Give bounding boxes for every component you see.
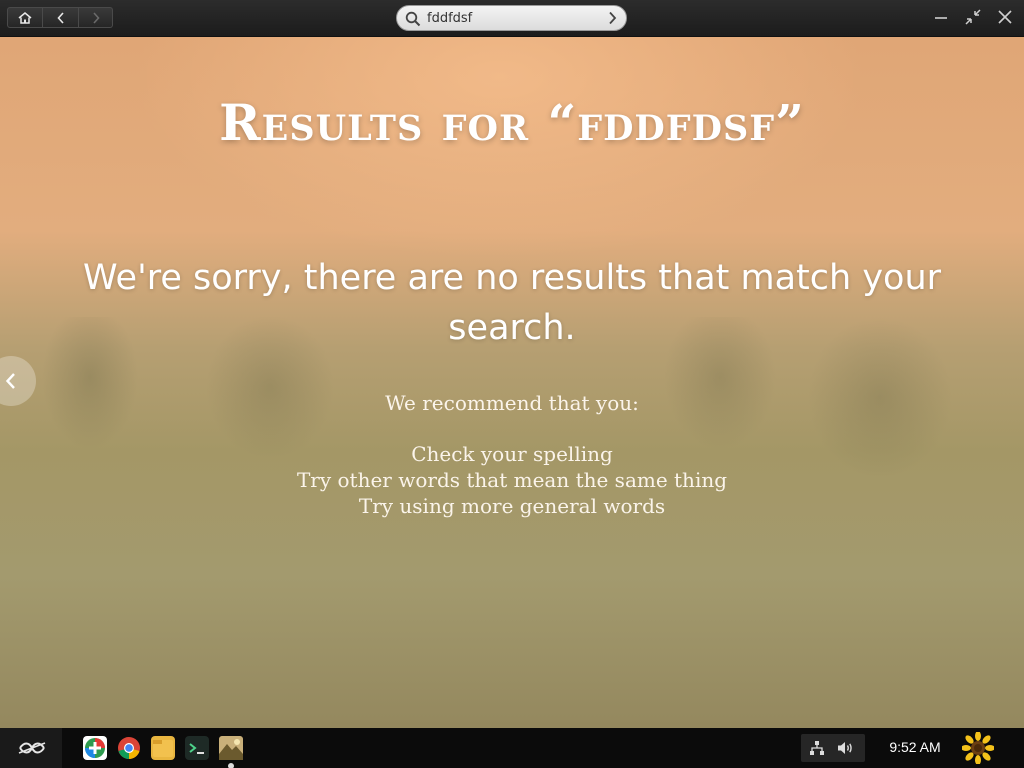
chevron-right-icon bbox=[92, 11, 100, 24]
home-button[interactable] bbox=[7, 7, 43, 28]
folder-glyph bbox=[153, 740, 173, 757]
chevron-left-icon bbox=[56, 11, 64, 24]
no-results-message: We're sorry, there are no results that m… bbox=[82, 258, 942, 348]
app-store-icon[interactable] bbox=[83, 736, 107, 760]
encyclopedia-icon[interactable] bbox=[219, 736, 243, 760]
recommendation-item: Check your spelling bbox=[411, 442, 613, 466]
title-bar bbox=[0, 0, 1024, 37]
chevron-left-icon bbox=[5, 373, 15, 389]
recommendation-item: Try other words that mean the same thing bbox=[296, 468, 728, 492]
endless-logo-icon bbox=[18, 742, 46, 754]
clock[interactable]: 9:52 AM bbox=[876, 739, 954, 755]
back-button[interactable] bbox=[43, 7, 79, 28]
page-title: Results for “fddfdsf” bbox=[219, 93, 805, 152]
navigation-buttons bbox=[7, 7, 113, 28]
terminal-icon[interactable] bbox=[185, 736, 209, 760]
endless-menu-button[interactable] bbox=[0, 728, 62, 768]
running-app-indicator bbox=[228, 763, 234, 768]
search-input[interactable] bbox=[427, 9, 597, 27]
minimize-icon[interactable] bbox=[933, 9, 949, 25]
search-icon bbox=[405, 11, 421, 27]
taskbar: 9:52 AM bbox=[0, 728, 1024, 768]
recommendation-item: Try using more general words bbox=[358, 494, 666, 518]
close-icon[interactable] bbox=[997, 9, 1013, 25]
network-icon[interactable] bbox=[809, 740, 825, 756]
search-go-icon[interactable] bbox=[608, 11, 617, 25]
files-icon[interactable] bbox=[151, 736, 175, 760]
chrome-icon[interactable] bbox=[117, 736, 141, 760]
volume-icon[interactable] bbox=[837, 740, 855, 756]
unmaximize-icon[interactable] bbox=[965, 9, 981, 25]
recommend-heading: We recommend that you: bbox=[385, 391, 639, 415]
home-icon bbox=[18, 11, 32, 24]
search-results-page: Results for “fddfdsf” We're sorry, there… bbox=[0, 37, 1024, 728]
forward-button[interactable] bbox=[79, 7, 113, 28]
encyclopedia-glyph bbox=[219, 736, 243, 760]
search-bar[interactable] bbox=[396, 5, 627, 31]
recommendation-list: Check your spelling Try other words that… bbox=[0, 441, 1024, 519]
chrome-glyph bbox=[118, 737, 140, 759]
sunflower-user-icon[interactable] bbox=[962, 732, 994, 764]
terminal-glyph bbox=[189, 743, 204, 754]
system-tray[interactable] bbox=[801, 734, 865, 762]
app-store-glyph bbox=[85, 738, 105, 758]
